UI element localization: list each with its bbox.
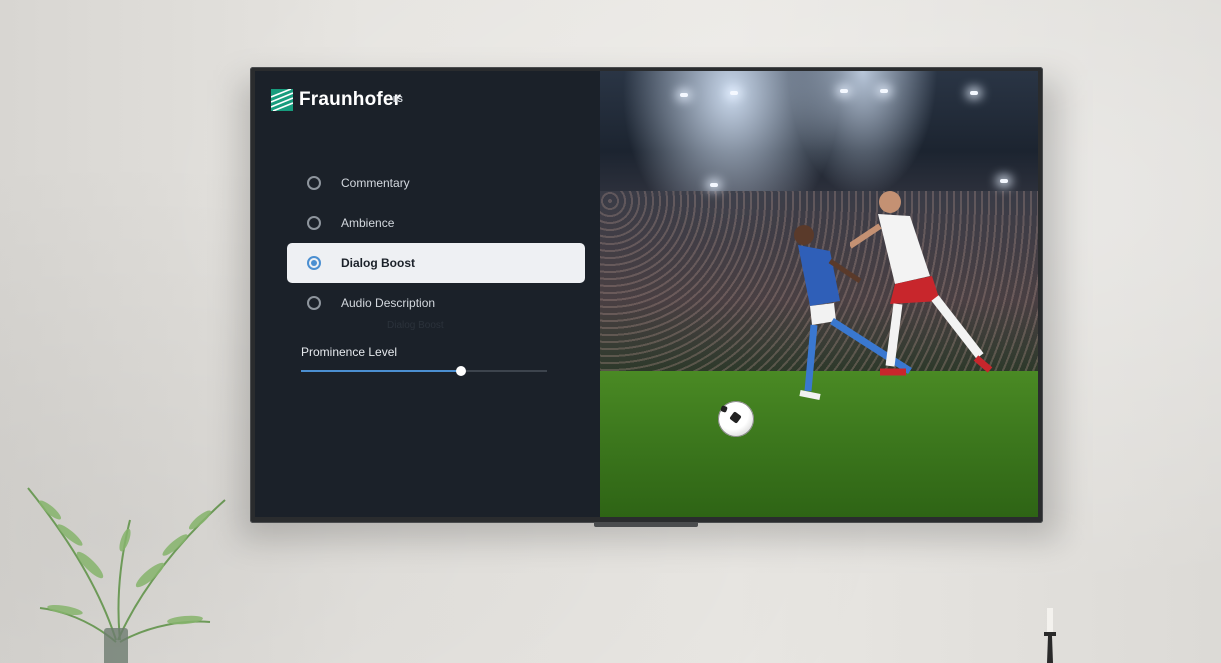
option-dialog-boost[interactable]: Dialog Boost bbox=[287, 243, 585, 283]
stadium-light bbox=[1000, 179, 1008, 183]
prominence-slider[interactable] bbox=[301, 365, 547, 377]
stadium-light bbox=[970, 91, 978, 95]
football bbox=[718, 401, 754, 437]
prominence-control: Prominence Level bbox=[301, 345, 547, 377]
brand-sub: IIS bbox=[393, 95, 403, 104]
player-red-white bbox=[850, 191, 993, 376]
option-commentary[interactable]: Commentary bbox=[287, 163, 585, 203]
prominence-label: Prominence Level bbox=[301, 345, 398, 359]
stadium-light bbox=[730, 91, 738, 95]
stadium-light bbox=[840, 89, 848, 93]
brand-name: Fraunhofer bbox=[299, 89, 402, 110]
candle-holder bbox=[1044, 608, 1056, 663]
option-label: Dialog Boost bbox=[341, 256, 415, 270]
option-label: Ambience bbox=[341, 216, 395, 230]
brand-logo: Fraunhofer bbox=[271, 89, 401, 111]
audio-options-list: Commentary Ambience Dialog Boost Audio D… bbox=[287, 163, 585, 323]
stadium-light bbox=[680, 93, 688, 97]
option-ambience[interactable]: Ambience bbox=[287, 203, 585, 243]
vase bbox=[104, 628, 128, 663]
option-audio-description[interactable]: Audio Description bbox=[287, 283, 585, 323]
radio-icon[interactable] bbox=[307, 296, 321, 310]
stadium-light bbox=[710, 183, 718, 187]
tv-bottom-bar bbox=[594, 522, 698, 527]
slider-fill bbox=[301, 370, 461, 372]
tv-screen: Fraunhofer IIS Commentary Ambience Dialo… bbox=[255, 71, 1038, 517]
stadium-light bbox=[880, 89, 888, 93]
radio-icon[interactable] bbox=[307, 216, 321, 230]
option-label: Commentary bbox=[341, 176, 410, 190]
faded-mode-label: Dialog Boost bbox=[387, 320, 444, 331]
audio-menu-panel: Fraunhofer IIS Commentary Ambience Dialo… bbox=[255, 71, 600, 517]
fraunhofer-stripes-icon bbox=[271, 89, 293, 111]
football-video bbox=[600, 71, 1038, 517]
radio-icon[interactable] bbox=[307, 176, 321, 190]
television: Fraunhofer IIS Commentary Ambience Dialo… bbox=[250, 67, 1043, 523]
slider-handle[interactable] bbox=[455, 366, 466, 376]
option-label: Audio Description bbox=[341, 296, 436, 310]
radio-selected-icon[interactable] bbox=[307, 256, 321, 270]
